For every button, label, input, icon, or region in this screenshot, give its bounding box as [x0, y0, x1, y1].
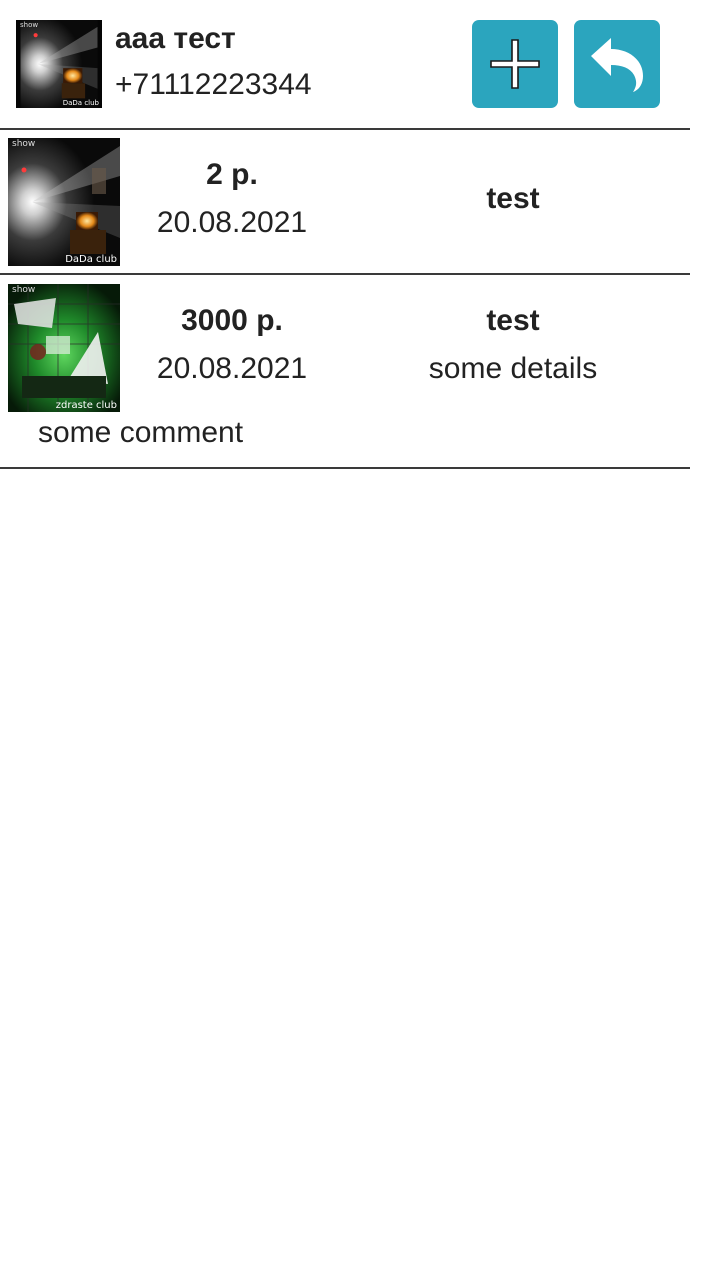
transaction-comment: some comment	[38, 416, 244, 449]
thumb-caption-bottom: DaDa club	[65, 254, 117, 265]
dada-club-photo	[8, 138, 120, 266]
transaction-row[interactable]: show zdraste club 3000 р. 20.08.2021 tes…	[0, 276, 720, 468]
transaction-amount: 3000 р.	[181, 304, 283, 337]
transaction-thumbnail[interactable]: show DaDa club	[8, 138, 120, 266]
thumb-caption-top: show	[12, 285, 36, 295]
transaction-details: some details	[428, 352, 598, 385]
zdraste-club-photo	[8, 284, 120, 412]
thumb-caption-bottom: DaDa club	[62, 99, 99, 107]
row-divider	[0, 273, 690, 275]
transaction-date: 20.08.2021	[156, 206, 308, 239]
dada-club-photo	[20, 20, 98, 108]
client-phone: +71112223344	[115, 68, 312, 101]
transaction-thumbnail[interactable]: show zdraste club	[8, 284, 120, 412]
undo-arrow-icon	[591, 38, 643, 92]
transaction-amount: 2 р.	[206, 158, 258, 191]
transaction-title: test	[486, 182, 540, 215]
thumb-caption-bottom: zdraste club	[55, 400, 117, 411]
transaction-title: test	[486, 304, 540, 337]
add-transaction-button[interactable]	[472, 20, 558, 108]
client-avatar[interactable]: show DaDa club	[16, 20, 102, 108]
thumb-caption-top: show	[12, 139, 36, 149]
transaction-row[interactable]: show DaDa club 2 р. 20.08.2021 test	[0, 130, 720, 274]
transaction-date: 20.08.2021	[156, 352, 308, 385]
row-divider	[0, 467, 690, 469]
client-header: show DaDa club aaa тест +71112223344	[0, 0, 720, 128]
plus-icon	[490, 39, 540, 89]
back-button[interactable]	[574, 20, 660, 108]
thumb-caption-top: show	[20, 21, 39, 29]
client-name: aaa тест	[115, 22, 236, 55]
